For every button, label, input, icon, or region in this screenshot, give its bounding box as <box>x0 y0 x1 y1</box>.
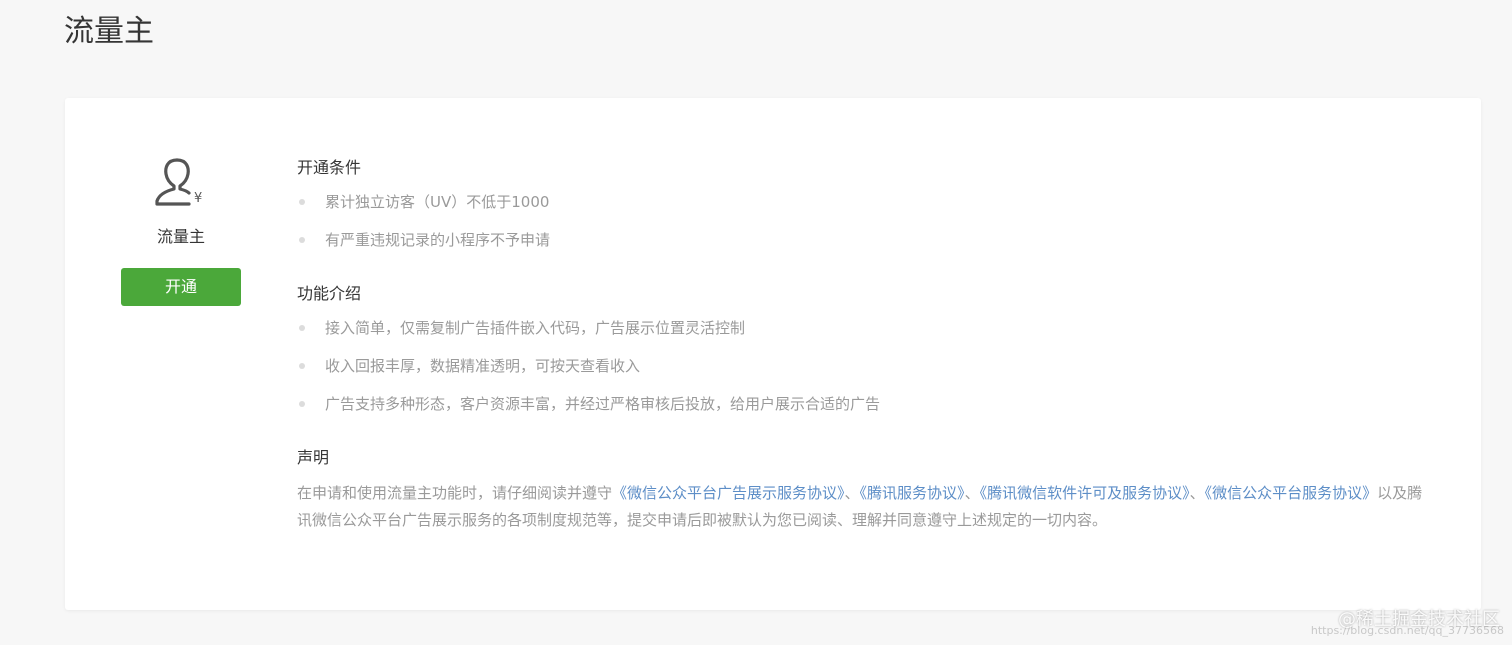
page-title: 流量主 <box>64 14 154 49</box>
user-yuan-icon: ¥ <box>155 158 202 206</box>
list-item: 有严重违规记录的小程序不予申请 <box>297 228 1432 252</box>
separator: 、 <box>964 484 980 502</box>
conditions-section: 开通条件 累计独立访客（UV）不低于1000 有严重违规记录的小程序不予申请 <box>297 156 1432 252</box>
statement-section: 声明 在申请和使用流量主功能时，请仔细阅读并遵守《微信公众平台广告展示服务协议》… <box>297 446 1432 534</box>
list-item: 广告支持多种形态，客户资源丰富，并经过严格审核后投放，给用户展示合适的广告 <box>297 392 1432 416</box>
separator: 、 <box>1189 484 1205 502</box>
statement-text: 在申请和使用流量主功能时，请仔细阅读并遵守《微信公众平台广告展示服务协议》、《腾… <box>297 480 1432 534</box>
list-item: 累计独立访客（UV）不低于1000 <box>297 190 1432 214</box>
features-title: 功能介绍 <box>297 284 362 303</box>
platform-service-agreement-link[interactable]: 《微信公众平台服务协议》 <box>1205 484 1378 502</box>
ad-host-details: 开通条件 累计独立访客（UV）不低于1000 有严重违规记录的小程序不予申请 功… <box>297 156 1432 564</box>
open-button[interactable]: 开通 <box>121 268 241 306</box>
bullet-dot-icon <box>299 325 305 331</box>
wechat-license-agreement-link[interactable]: 《腾讯微信软件许可及服务协议》 <box>980 484 1190 502</box>
conditions-title: 开通条件 <box>297 158 362 177</box>
bullet-dot-icon <box>299 363 305 369</box>
list-item-text: 接入简单，仅需复制广告插件嵌入代码，广告展示位置灵活控制 <box>325 319 746 337</box>
ad-host-label: 流量主 <box>156 227 205 246</box>
ad-host-summary: ¥ 流量主 开通 <box>121 154 241 306</box>
bullet-dot-icon <box>299 237 305 243</box>
list-item: 收入回报丰厚，数据精准透明，可按天查看收入 <box>297 354 1432 378</box>
tencent-service-agreement-link[interactable]: 《腾讯服务协议》 <box>860 484 965 502</box>
watermark: @稀土掘金技术社区 <box>1338 609 1500 630</box>
list-item-text: 有严重违规记录的小程序不予申请 <box>325 231 551 249</box>
conditions-list: 累计独立访客（UV）不低于1000 有严重违规记录的小程序不予申请 <box>297 190 1432 252</box>
features-list: 接入简单，仅需复制广告插件嵌入代码，广告展示位置灵活控制 收入回报丰厚，数据精准… <box>297 316 1432 416</box>
bullet-dot-icon <box>299 401 305 407</box>
list-item-text: 收入回报丰厚，数据精准透明，可按天查看收入 <box>325 357 641 375</box>
ad-host-card: ¥ 流量主 开通 开通条件 累计独立访客（UV）不低于1000 有严重违规记录的… <box>65 98 1481 610</box>
ad-service-agreement-link[interactable]: 《微信公众平台广告展示服务协议》 <box>612 484 845 502</box>
list-item: 接入简单，仅需复制广告插件嵌入代码，广告展示位置灵活控制 <box>297 316 1432 340</box>
list-item-text: 累计独立访客（UV）不低于1000 <box>325 193 550 211</box>
features-section: 功能介绍 接入简单，仅需复制广告插件嵌入代码，广告展示位置灵活控制 收入回报丰厚… <box>297 282 1432 416</box>
statement-title: 声明 <box>297 448 330 467</box>
statement-intro: 在申请和使用流量主功能时，请仔细阅读并遵守 <box>297 484 613 502</box>
separator: 、 <box>844 484 860 502</box>
yuan-symbol: ¥ <box>194 191 202 206</box>
bullet-dot-icon <box>299 199 305 205</box>
list-item-text: 广告支持多种形态，客户资源丰富，并经过严格审核后投放，给用户展示合适的广告 <box>325 395 881 413</box>
